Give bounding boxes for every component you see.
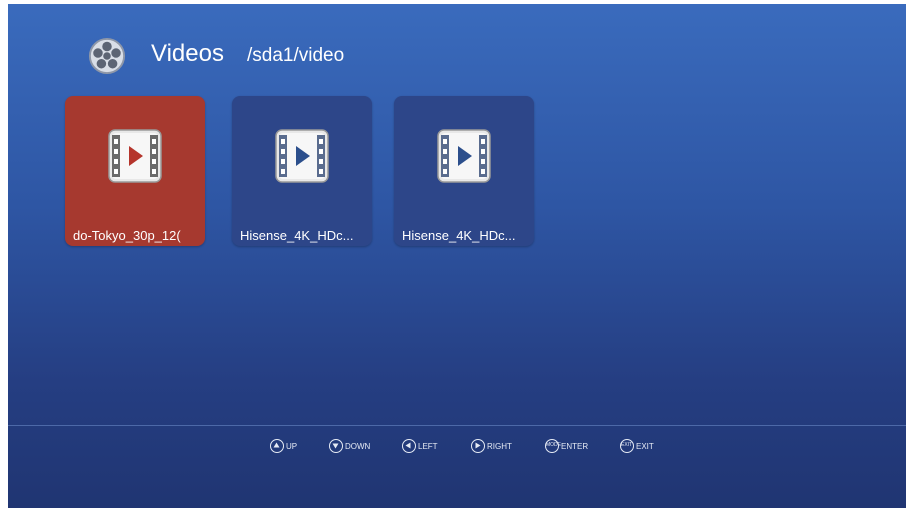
footer-divider — [8, 425, 906, 426]
hint-left: LEFT — [402, 437, 438, 455]
hint-label: LEFT — [418, 441, 438, 451]
right-arrow-icon — [471, 439, 485, 453]
up-arrow-icon — [270, 439, 284, 453]
file-name: Hisense_4K_HDc... — [402, 228, 516, 243]
hint-enter: MODE ENTER — [545, 437, 588, 455]
hint-exit: EXIT EXIT — [620, 437, 654, 455]
header: Videos /sda1/video — [8, 4, 906, 94]
media-browser-screen: Videos /sda1/video do-Tokyo_30p_12(Hise… — [8, 4, 906, 508]
down-arrow-icon — [329, 439, 343, 453]
hint-up: UP — [270, 437, 297, 455]
hint-down: DOWN — [329, 437, 370, 455]
file-name: Hisense_4K_HDc... — [240, 228, 354, 243]
exit-key-icon: EXIT — [620, 439, 634, 453]
key-hints-bar: UP DOWN LEFT RIGHT MODE ENTER EXIT EXIT — [8, 434, 906, 458]
file-name: do-Tokyo_30p_12( — [73, 228, 181, 243]
enter-key-icon: MODE — [545, 439, 561, 453]
video-file-icon — [108, 129, 162, 183]
video-file-icon — [437, 129, 491, 183]
hint-right: RIGHT — [471, 437, 512, 455]
video-file-icon — [275, 129, 329, 183]
hint-label: ENTER — [561, 441, 589, 451]
hint-label: EXIT — [636, 441, 654, 451]
hint-label: DOWN — [345, 441, 371, 451]
hint-label: RIGHT — [487, 441, 512, 451]
file-tile-2[interactable]: Hisense_4K_HDc... — [232, 96, 372, 246]
file-tile-3[interactable]: Hisense_4K_HDc... — [394, 96, 534, 246]
page-title: Videos — [151, 40, 224, 67]
film-reel-icon — [88, 37, 126, 75]
folder-path: /sda1/video — [247, 45, 345, 66]
file-tile-1[interactable]: do-Tokyo_30p_12( — [65, 96, 205, 246]
left-arrow-icon — [402, 439, 416, 453]
hint-label: UP — [286, 441, 298, 451]
